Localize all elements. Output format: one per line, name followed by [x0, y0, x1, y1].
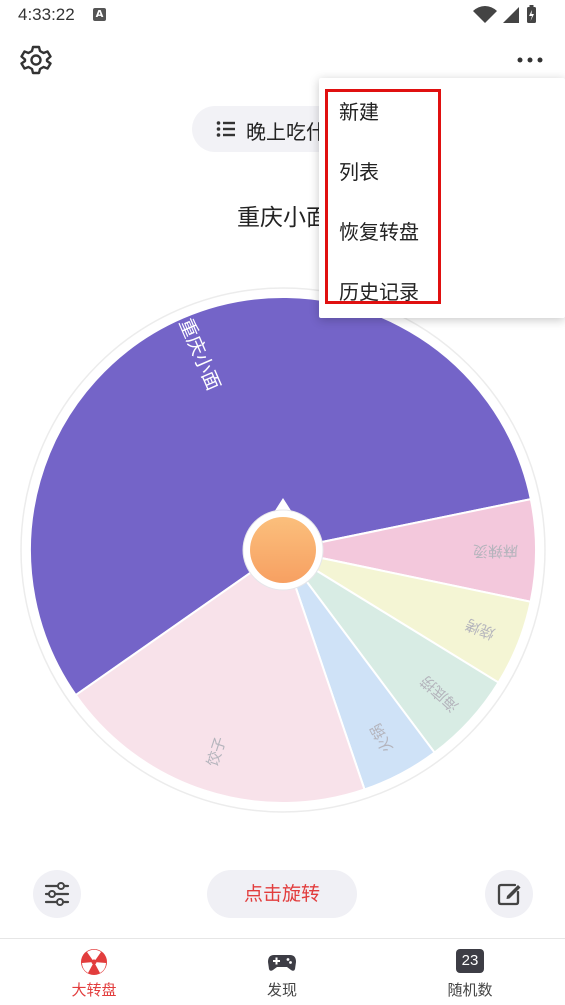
status-time: 4:33:22 [18, 5, 75, 24]
tab-label: 随机数 [447, 981, 493, 999]
more-dots-icon[interactable] [515, 50, 545, 70]
edit-icon [497, 883, 521, 906]
wheel-segment-label: 麻辣烫 [473, 542, 518, 560]
tab-random-number[interactable]: 23 随机数 [410, 939, 530, 1005]
spin-button[interactable]: 点击旋转 [207, 870, 357, 918]
spin-wheel[interactable]: 重庆小面麻辣烫烧烤海底捞火锅饺子 [20, 287, 546, 813]
result-text: 重庆小面 [237, 205, 329, 231]
tab-discover[interactable]: 发现 [222, 939, 342, 1005]
wifi-icon [473, 6, 497, 23]
tab-label: 发现 [266, 981, 297, 999]
system-icons [473, 5, 536, 23]
signal-icon [503, 7, 519, 23]
gear-icon[interactable] [20, 44, 52, 76]
status-bar: 4:33:22 A [0, 0, 565, 30]
annotation-highlight-box [325, 89, 441, 304]
tab-label: 大转盘 [71, 981, 117, 999]
gamepad-icon [268, 955, 296, 971]
wheel-center-knob[interactable] [250, 517, 316, 583]
number-23-icon: 23 [456, 949, 484, 973]
notification-icon: A [93, 8, 106, 21]
settings-sliders-button[interactable] [33, 870, 81, 918]
list-icon [216, 121, 235, 137]
tab-wheel[interactable]: 大转盘 [34, 939, 154, 1005]
bottom-tab-bar: 大转盘 发现 23 随机数 [0, 938, 565, 1005]
wheel-icon [81, 949, 107, 975]
edit-button[interactable] [485, 870, 533, 918]
sliders-icon [44, 882, 70, 906]
